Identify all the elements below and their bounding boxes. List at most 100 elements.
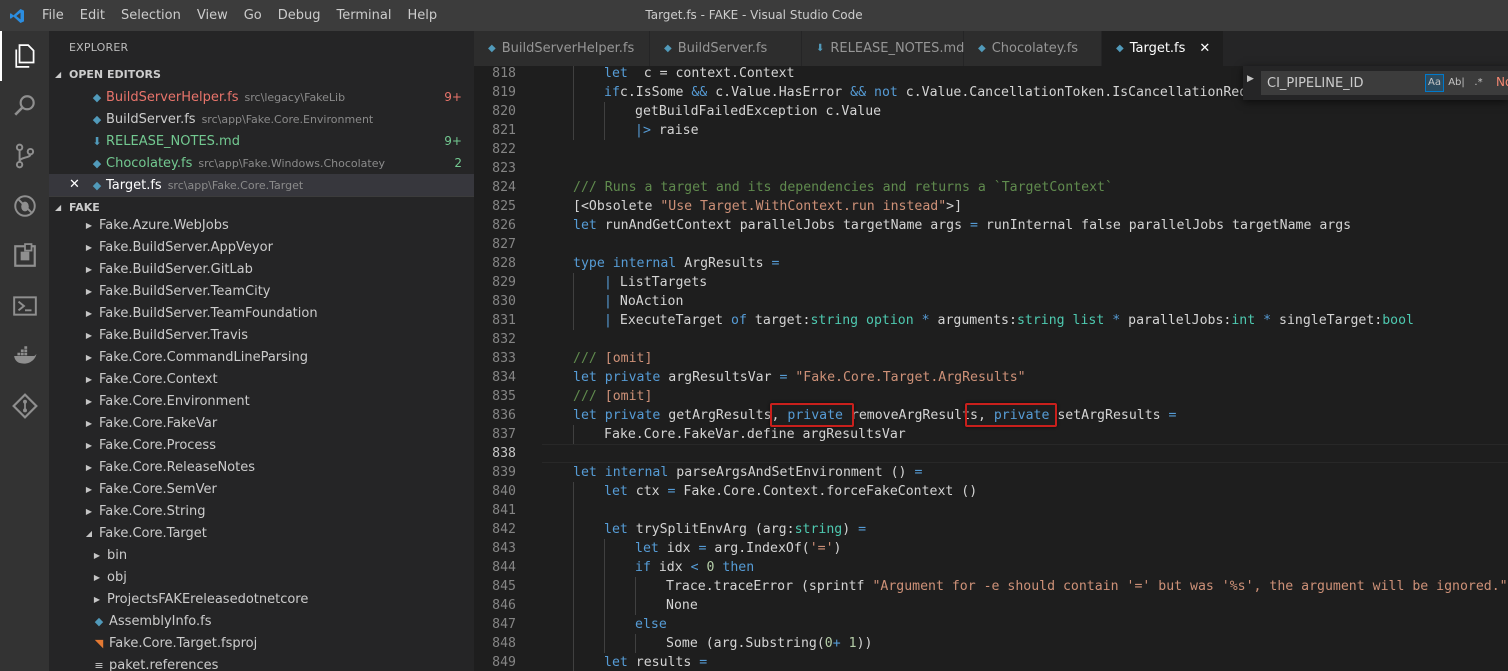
code-token: c.IsSome (619, 85, 692, 100)
code-token: ArgResults (676, 256, 772, 271)
line-number: 827 (492, 237, 516, 252)
code-line: 828 type internal ArgResults = (474, 254, 1508, 273)
open-editor-path: src\app\Fake.Core.Environment (201, 112, 374, 126)
open-editors-header[interactable]: ◢ OPEN EDITORS (49, 64, 474, 86)
line-number: 828 (492, 256, 516, 271)
chevron-right-icon: ▶ (85, 308, 93, 318)
tree-item[interactable]: ▶ Fake.Core.Environment (49, 390, 474, 412)
code-text: |> raise (635, 121, 699, 140)
markdown-file-icon: ⬇ (816, 43, 825, 54)
tab-target-fs[interactable]: ◆ Target.fs ✕ (1102, 31, 1224, 66)
code-line: 827 (474, 235, 1508, 254)
menu-terminal[interactable]: Terminal (329, 8, 400, 23)
menu-bar: File Edit Selection View Go Debug Terminal Help (34, 0, 445, 31)
tree-item[interactable]: ▶ Fake.BuildServer.TeamCity (49, 280, 474, 302)
tab-buildserverhelper-fs[interactable]: ◆ BuildServerHelper.fs (474, 31, 650, 66)
code-token: string list (1016, 313, 1105, 328)
code-token: raise (650, 123, 699, 138)
code-token: if (604, 85, 620, 100)
close-icon[interactable]: ✕ (69, 174, 80, 196)
explorer-icon[interactable] (0, 31, 49, 81)
sidebar-title: EXPLORER (69, 41, 129, 54)
tree-item[interactable]: ▶ Fake.Core.SemVer (49, 478, 474, 500)
menu-go[interactable]: Go (236, 8, 270, 23)
code-token: < (690, 560, 699, 575)
tree-item[interactable]: ▶ Fake.Core.CommandLineParsing (49, 346, 474, 368)
tree-item-label: paket.references (109, 657, 219, 671)
tree-item[interactable]: ◥ Fake.Core.Target.fsproj (49, 632, 474, 654)
debug-icon[interactable] (0, 181, 49, 231)
code-token: parseArgsAndSetEnvironment () (668, 465, 915, 480)
code-token: |> (635, 123, 651, 138)
chevron-down-icon: ◢ (85, 528, 93, 538)
chevron-right-icon: ▶ (85, 264, 93, 274)
close-icon[interactable]: ✕ (1199, 41, 1210, 56)
match-whole-word-icon[interactable]: Ab| (1447, 74, 1466, 92)
code-token: NoAction (611, 294, 684, 309)
code-text: Trace.traceError (sprintf "Argument for … (666, 577, 1508, 596)
tree-item[interactable]: ▶ Fake.Core.FakeVar (49, 412, 474, 434)
tree-item[interactable]: ◆ AssemblyInfo.fs (49, 610, 474, 632)
tree-item[interactable]: ▶ Fake.Core.Context (49, 368, 474, 390)
tree-item[interactable]: ▶ Fake.BuildServer.GitLab (49, 258, 474, 280)
tree-item[interactable]: ▶ Fake.Core.Process (49, 434, 474, 456)
line-number: 822 (492, 142, 516, 157)
open-editor-item[interactable]: ⬇ RELEASE_NOTES.md 9+ (49, 130, 474, 152)
tree-item-label: Fake.Core.Target.fsproj (109, 635, 258, 651)
open-editor-item[interactable]: ◆ BuildServer.fs src\app\Fake.Core.Environ… (49, 108, 474, 130)
terminal-icon[interactable] (0, 281, 49, 331)
code-token: trySplitEnvArg (arg: (627, 522, 795, 537)
git-icon[interactable] (0, 381, 49, 431)
code-token: = (771, 256, 780, 271)
indent-guide (604, 558, 605, 577)
code-token: let (604, 522, 628, 537)
chevron-right-icon: ▶ (85, 242, 93, 252)
tab-buildserver-fs[interactable]: ◆ BuildServer.fs (650, 31, 802, 66)
tree-item-label: Fake.BuildServer.GitLab (99, 261, 253, 277)
open-editor-item[interactable]: ◆ BuildServerHelper.fs src\legacy\FakeLib 9… (49, 86, 474, 108)
match-case-icon[interactable]: Aa (1425, 74, 1444, 92)
tree-item[interactable]: ≡ paket.references (49, 654, 474, 671)
tree-item[interactable]: ▶ Fake.BuildServer.AppVeyor (49, 236, 474, 258)
line-number: 844 (492, 560, 516, 575)
code-text: Some (arg.Substring(0+ 1)) (666, 634, 873, 653)
open-editor-item[interactable]: ✕ ◆ Target.fs src\app\Fake.Core.Target (49, 174, 474, 196)
use-regex-icon[interactable]: .* (1469, 74, 1488, 92)
code-line: 838 (474, 444, 1508, 463)
tree-item[interactable]: ◢ Fake.Core.Target (49, 522, 474, 544)
tree-item[interactable]: ▶ obj (49, 566, 474, 588)
tree-item[interactable]: ▶ Fake.Core.ReleaseNotes (49, 456, 474, 478)
line-number: 835 (492, 389, 516, 404)
code-token: singleTarget: (1271, 313, 1383, 328)
code-token: * (1263, 313, 1272, 328)
code-line: 821 |> raise (474, 121, 1508, 140)
line-number: 829 (492, 275, 516, 290)
menu-edit[interactable]: Edit (72, 8, 113, 23)
tree-item[interactable]: ▶ Fake.BuildServer.Travis (49, 324, 474, 346)
indent-guide (604, 121, 605, 140)
menu-debug[interactable]: Debug (270, 8, 329, 23)
find-replace-toggle-icon[interactable]: ▶ (1247, 74, 1254, 84)
code-token: = (970, 218, 978, 233)
source-control-icon[interactable] (0, 131, 49, 181)
docker-icon[interactable] (0, 331, 49, 381)
search-icon[interactable] (0, 81, 49, 131)
menu-file[interactable]: File (34, 8, 72, 23)
open-editor-path: src\app\Fake.Core.Target (167, 178, 304, 192)
code-editor[interactable]: 849 let results = 848 Some (arg.Substring(0… (474, 66, 1508, 671)
file-icon: ≡ (94, 658, 104, 671)
open-editor-item[interactable]: ◆ Chocolatey.fs src\app\Fake.Windows.Choco… (49, 152, 474, 174)
menu-help[interactable]: Help (399, 8, 445, 23)
code-line: 842 let trySplitEnvArg (arg:string) = (474, 520, 1508, 539)
tab-release-notes-md[interactable]: ⬇ RELEASE_NOTES.md (802, 31, 964, 66)
tree-item[interactable]: ▶ ProjectsFAKEreleasedotnetcore (49, 588, 474, 610)
extensions-icon[interactable] (0, 231, 49, 281)
menu-view[interactable]: View (189, 8, 236, 23)
tree-item[interactable]: ▶ Fake.Azure.WebJobs (49, 214, 474, 236)
tree-item[interactable]: ▶ Fake.BuildServer.TeamFoundation (49, 302, 474, 324)
menu-selection[interactable]: Selection (113, 8, 189, 23)
indent-guide (604, 577, 605, 596)
tree-item[interactable]: ▶ bin (49, 544, 474, 566)
tab-chocolatey-fs[interactable]: ◆ Chocolatey.fs (964, 31, 1102, 66)
tree-item[interactable]: ▶ Fake.Core.String (49, 500, 474, 522)
